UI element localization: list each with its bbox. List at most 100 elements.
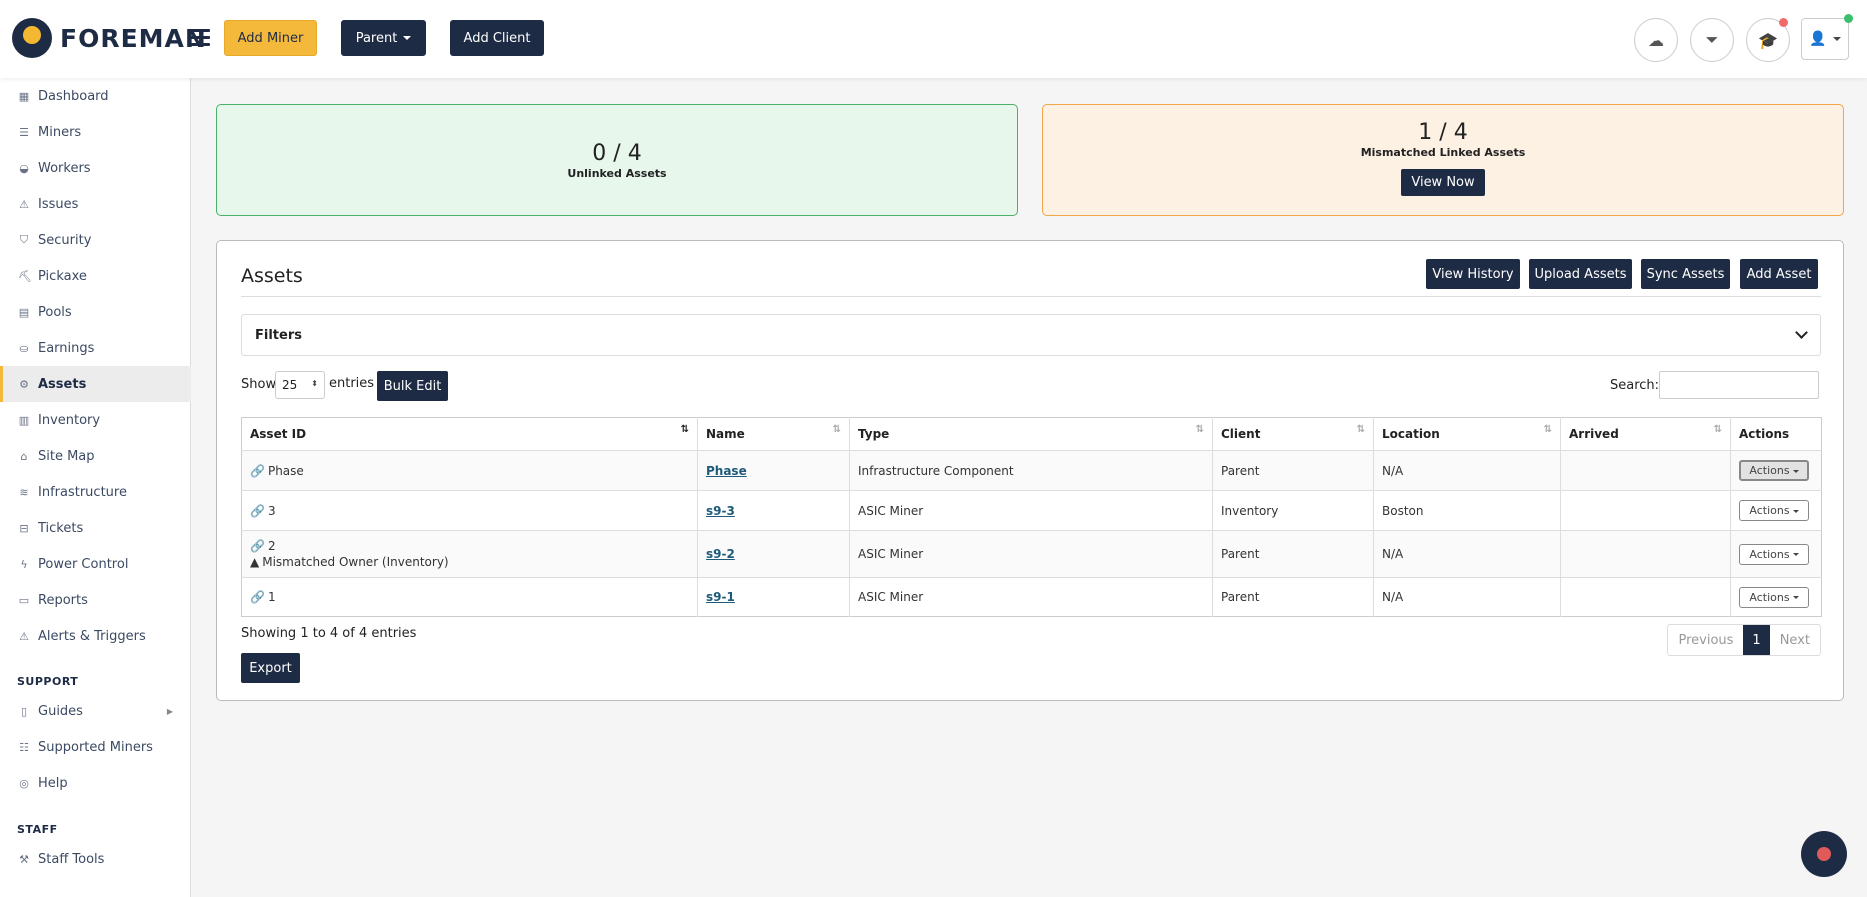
sidebar-item-pools[interactable]: ▤ Pools (0, 294, 191, 330)
bulk-edit-button[interactable]: Bulk Edit (377, 371, 448, 401)
warning-icon: ▲ (250, 555, 260, 569)
add-miner-button[interactable]: Add Miner (224, 20, 317, 56)
actions-dropdown[interactable]: Actions (1739, 500, 1809, 521)
sidebar-item-staff-tools[interactable]: ⚒ Staff Tools (0, 841, 191, 877)
sitemap-icon: ⌂ (20, 449, 28, 463)
gear-icon: ⚙ (19, 377, 29, 391)
sidebar-item-guides[interactable]: ▯ Guides ▶ (0, 693, 191, 729)
sidebar-item-tickets[interactable]: ⊟ Tickets (0, 510, 191, 546)
cell-location: N/A (1373, 450, 1561, 491)
sidebar-item-reports[interactable]: ▭ Reports (0, 582, 191, 618)
col-asset-id[interactable]: Asset ID ⇅ (241, 417, 698, 451)
cell-client: Inventory (1212, 490, 1374, 531)
upload-assets-button[interactable]: Upload Assets (1529, 259, 1632, 289)
entries-select[interactable]: 25 ⬍ (275, 371, 325, 399)
asset-name-link[interactable]: s9-2 (706, 547, 735, 561)
top-bar: FOREMAN Add Miner Parent Add Client ☁ ⏷ … (0, 0, 1867, 78)
asset-name-link[interactable]: s9-1 (706, 590, 735, 604)
unlinked-assets-card: 0 / 4 Unlinked Assets (216, 104, 1018, 216)
cloud-upload-icon[interactable]: ☁ (1634, 18, 1678, 62)
actions-dropdown[interactable]: Actions (1739, 586, 1809, 608)
actions-dropdown[interactable]: Actions (1739, 543, 1809, 565)
cell-arrived (1560, 577, 1731, 617)
tools-icon: ⚒ (19, 852, 29, 866)
cell-location: Boston (1373, 490, 1561, 531)
caret-down-icon (1792, 469, 1799, 473)
search-input[interactable] (1659, 371, 1819, 399)
book-icon: ▯ (20, 704, 28, 718)
sidebar-item-security[interactable]: ⛉ Security (0, 222, 191, 258)
sidebar-item-issues[interactable]: ⚠ Issues (0, 186, 191, 222)
pickaxe-icon: ⛏ (18, 269, 32, 283)
assets-title: Assets (241, 265, 303, 287)
logo[interactable]: FOREMAN (12, 18, 207, 58)
view-history-button[interactable]: View History (1426, 259, 1520, 289)
col-arrived[interactable]: Arrived ⇅ (1560, 417, 1731, 451)
parent-dropdown[interactable]: Parent (341, 20, 426, 56)
export-button[interactable]: Export (241, 653, 300, 683)
staff-section-title: STAFF (17, 823, 58, 836)
col-location[interactable]: Location ⇅ (1373, 417, 1561, 451)
earnings-icon: ⛀ (19, 341, 29, 355)
sidebar-item-assets[interactable]: ⚙ Assets (0, 366, 191, 402)
dashboard-icon: ▦ (18, 89, 30, 103)
sidebar-item-pickaxe[interactable]: ⛏ Pickaxe (0, 258, 191, 294)
sidebar-item-help[interactable]: ◎ Help (0, 765, 191, 801)
cell-location: N/A (1373, 577, 1561, 617)
sidebar-item-infrastructure[interactable]: ≋ Infrastructure (0, 474, 191, 510)
user-icon: 👤 (1809, 31, 1827, 47)
support-section-title: SUPPORT (17, 675, 79, 688)
server-icon: ☰ (19, 125, 29, 139)
col-name[interactable]: Name ⇅ (697, 417, 850, 451)
cell-asset-id: 🔗 Phase (241, 450, 698, 491)
sidebar-item-earnings[interactable]: ⛀ Earnings (0, 330, 191, 366)
cell-asset-id: 🔗 2 ▲ Mismatched Owner (Inventory) (241, 530, 698, 578)
sort-icon: ⇅ (1356, 424, 1365, 435)
caret-down-icon (1792, 509, 1799, 513)
sidebar-item-miners[interactable]: ☰ Miners (0, 114, 191, 150)
col-client[interactable]: Client ⇅ (1212, 417, 1374, 451)
sync-assets-button[interactable]: Sync Assets (1641, 259, 1730, 289)
link-icon: 🔗 (250, 463, 265, 478)
sidebar-item-workers[interactable]: ◒ Workers (0, 150, 191, 186)
unlinked-assets-count: 0 / 4 (592, 141, 642, 166)
sort-icon: ⇅ (1195, 424, 1204, 435)
page-1-button[interactable]: 1 (1743, 625, 1770, 655)
sidebar-item-dashboard[interactable]: ▦ Dashboard (0, 78, 191, 114)
chevron-right-icon: ▶ (166, 706, 173, 716)
next-page-button[interactable]: Next (1770, 625, 1820, 655)
table-row: 🔗 Phase Phase Infrastructure Component Pa… (241, 450, 1822, 491)
alert-icon: ⚠ (19, 629, 29, 643)
sidebar-item-power-control[interactable]: ϟ Power Control (0, 546, 191, 582)
cell-asset-id: 🔗 3 (241, 490, 698, 531)
chat-launcher-button[interactable] (1801, 831, 1847, 877)
asset-name-link[interactable]: Phase (706, 464, 747, 478)
sidebar-item-supported-miners[interactable]: ☷ Supported Miners (0, 729, 191, 765)
sort-icon: ⇅ (832, 424, 841, 435)
shield-icon: ⛉ (19, 233, 29, 246)
online-status-dot (1844, 14, 1853, 23)
assets-table: Asset ID ⇅ Name ⇅ Type ⇅ Client ⇅ Location ⇅ … (241, 417, 1822, 617)
add-client-button[interactable]: Add Client (450, 20, 544, 56)
actions-dropdown[interactable]: Actions (1739, 460, 1809, 481)
caret-down-icon (1792, 553, 1799, 556)
sidebar-item-site-map[interactable]: ⌂ Site Map (0, 438, 191, 474)
filters-accordion[interactable]: Filters (241, 314, 1821, 356)
asset-name-link[interactable]: s9-3 (706, 504, 735, 518)
sidebar-item-alerts-triggers[interactable]: ⚠ Alerts & Triggers (0, 618, 191, 654)
cell-arrived (1560, 490, 1731, 531)
menu-toggle-icon[interactable] (190, 29, 210, 47)
view-now-button[interactable]: View Now (1401, 169, 1485, 196)
cell-client: Parent (1212, 450, 1374, 491)
previous-page-button[interactable]: Previous (1668, 625, 1743, 655)
cell-type: ASIC Miner (849, 577, 1213, 617)
unlinked-assets-label: Unlinked Assets (567, 167, 667, 180)
user-menu[interactable]: 👤 (1801, 18, 1849, 60)
show-label: Show (241, 377, 277, 392)
entries-info: Showing 1 to 4 of 4 entries (241, 626, 417, 641)
add-asset-button[interactable]: Add Asset (1740, 259, 1818, 289)
warning-icon: ⚠ (19, 197, 29, 211)
filter-icon[interactable]: ⏷ (1690, 18, 1734, 62)
sidebar-item-inventory[interactable]: ▥ Inventory (0, 402, 191, 438)
col-type[interactable]: Type ⇅ (849, 417, 1213, 451)
